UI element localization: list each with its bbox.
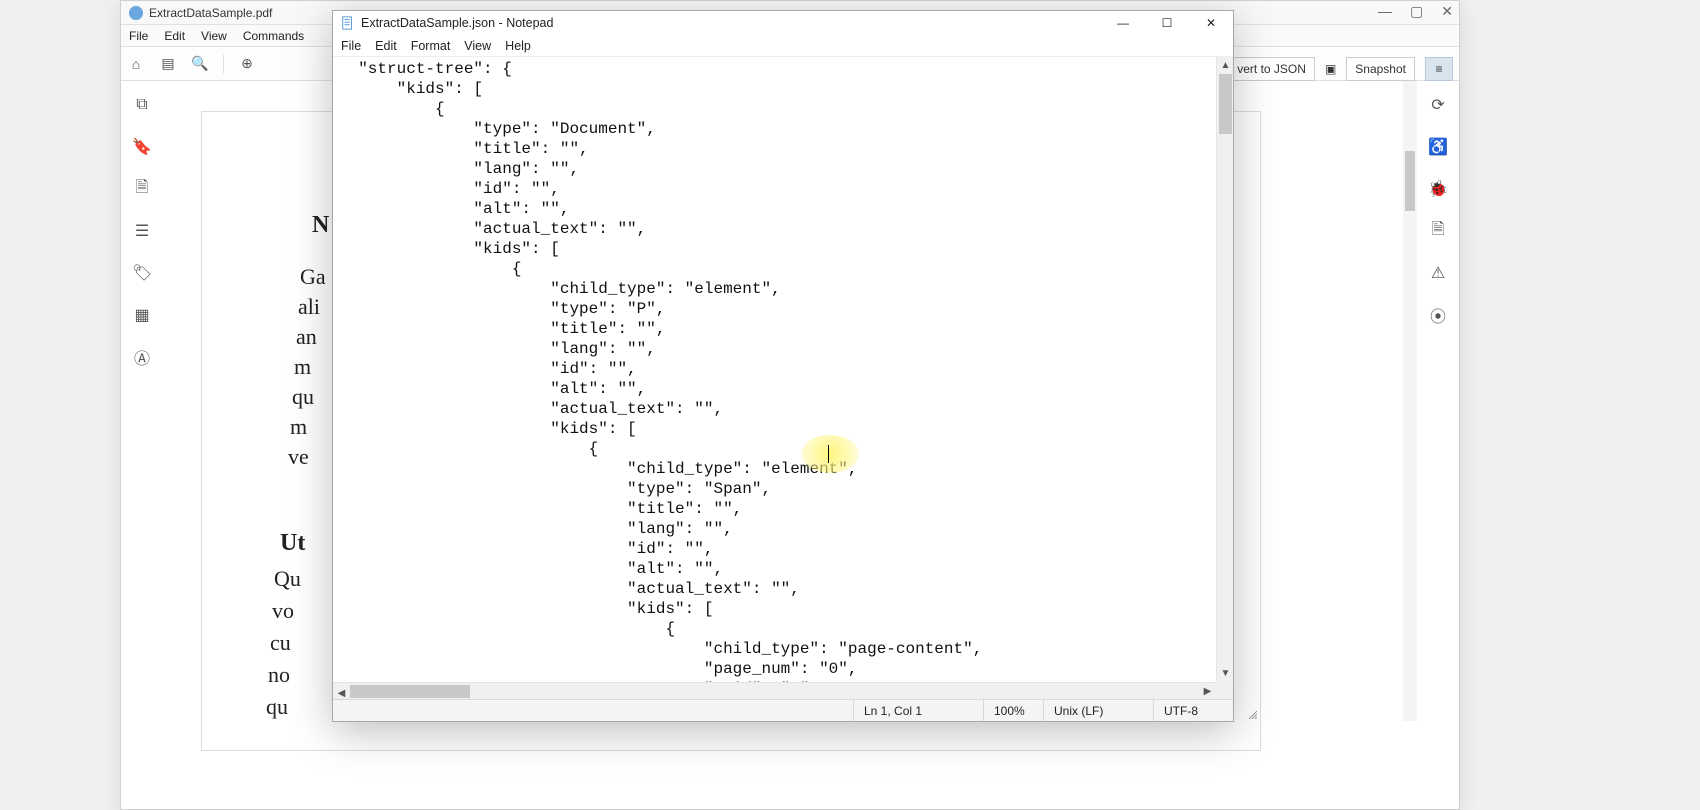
pdf-body-2-l0: Qu (274, 564, 301, 595)
pdf-right-rail: ⟳ ♿ 🐞 🗎 ⚠ ⦿ (1417, 81, 1459, 681)
minimize-button[interactable]: — (1101, 11, 1145, 35)
notepad-editor-wrap: "struct-tree": { "kids": [ { "type": "Do… (333, 57, 1233, 699)
statusbar-spacer (333, 700, 853, 721)
save-icon[interactable]: ▤ (159, 55, 177, 73)
notepad-title: ExtractDataSample.json - Notepad (361, 16, 553, 30)
rotate-icon[interactable]: ⟳ (1428, 95, 1448, 115)
close-button[interactable]: ✕ (1189, 11, 1233, 35)
menu-edit[interactable]: Edit (164, 29, 185, 43)
toolbar-divider (223, 55, 224, 73)
notepad-titlebar[interactable]: ExtractDataSample.json - Notepad — ☐ ✕ (333, 11, 1233, 35)
page2-icon[interactable]: 🗎 (1428, 221, 1448, 241)
pdf-body-1-l3: m (294, 352, 311, 383)
text-caret (828, 445, 829, 463)
pdf-body-2-l3: no (268, 660, 290, 691)
search-icon[interactable]: 🔍 (191, 55, 209, 73)
scroll-down-arrow-icon[interactable]: ▼ (1217, 665, 1233, 682)
resize-grip-icon[interactable] (1243, 700, 1259, 721)
notepad-icon (341, 16, 355, 30)
maximize-button[interactable]: ☐ (1145, 11, 1189, 35)
scroll-left-arrow-icon[interactable]: ◀ (333, 685, 350, 699)
pdf-right-actions: vert to JSON ▣ Snapshot ≡ (1228, 57, 1453, 81)
bug-icon[interactable]: 🐞 (1428, 179, 1448, 199)
statusbar-encoding: UTF-8 (1153, 700, 1243, 721)
statusbar-position: Ln 1, Col 1 (853, 700, 983, 721)
pdf-heading-2: Ut (280, 530, 305, 557)
snapshot-button[interactable]: Snapshot (1346, 57, 1415, 81)
pdf-document-icon (129, 6, 143, 20)
list-icon[interactable]: ☰ (132, 221, 152, 241)
pdf-scrollbar-thumb[interactable] (1405, 151, 1415, 211)
pages-icon[interactable]: ⧉ (132, 95, 152, 115)
menu-file[interactable]: File (129, 29, 148, 43)
menu-commands[interactable]: Commands (243, 29, 304, 43)
close-button[interactable]: ✕ (1441, 3, 1453, 20)
notepad-menubar: File Edit Format View Help (333, 35, 1233, 57)
statusbar-zoom: 100% (983, 700, 1043, 721)
warn-icon[interactable]: ⚠ (1428, 263, 1448, 283)
pdf-body-1-l0: Ga (300, 262, 326, 293)
pdf-left-rail: ⧉ 🔖 🗎 ☰ 🏷 ▦ Ⓐ (121, 81, 163, 681)
bookmarks-icon[interactable]: 🔖 (132, 137, 152, 157)
pdf-body-2-l2: cu (270, 628, 291, 659)
camera-icon[interactable]: ▣ (1325, 62, 1336, 76)
notepad-editor[interactable]: "struct-tree": { "kids": [ { "type": "Do… (333, 57, 1216, 682)
horizontal-scrollbar[interactable]: ◀ ▶ (333, 682, 1216, 699)
home-icon[interactable]: ⌂ (127, 55, 145, 73)
maximize-button[interactable]: ▢ (1410, 3, 1423, 20)
grid-icon[interactable]: ▦ (132, 305, 152, 325)
pdf-body-2-l1: vo (272, 596, 294, 627)
pdf-body-1-l6: ve (288, 442, 309, 473)
location-icon[interactable]: ⦿ (1428, 305, 1448, 325)
pdf-body-2-l4: qu (266, 692, 288, 723)
scrollbar-corner (1216, 682, 1233, 699)
menu-edit[interactable]: Edit (375, 39, 397, 53)
pdf-vertical-scrollbar[interactable] (1403, 81, 1417, 721)
horizontal-scrollbar-thumb[interactable] (350, 685, 470, 698)
pdf-body-1-l4: qu (292, 382, 314, 413)
hamburger-icon[interactable]: ≡ (1425, 57, 1453, 81)
menu-help[interactable]: Help (505, 39, 531, 53)
menu-view[interactable]: View (201, 29, 227, 43)
notepad-statusbar: Ln 1, Col 1 100% Unix (LF) UTF-8 (333, 699, 1233, 721)
scroll-right-arrow-icon[interactable]: ▶ (1199, 683, 1216, 699)
menu-file[interactable]: File (341, 39, 361, 53)
pdf-heading-1: N (312, 212, 329, 239)
pdf-body-1-l1: ali (298, 292, 320, 323)
convert-to-json-button[interactable]: vert to JSON (1228, 57, 1315, 81)
page-icon[interactable]: 🗎 (132, 179, 152, 199)
text-icon[interactable]: Ⓐ (132, 347, 152, 367)
add-icon[interactable]: ⊕ (238, 55, 256, 73)
scroll-up-arrow-icon[interactable]: ▲ (1217, 57, 1233, 74)
vertical-scrollbar[interactable]: ▲ ▼ (1216, 57, 1233, 682)
accessibility-icon[interactable]: ♿ (1428, 137, 1448, 157)
minimize-button[interactable]: — (1378, 3, 1392, 20)
pdf-body-1-l2: an (296, 322, 317, 353)
tag-icon[interactable]: 🏷 (132, 263, 152, 283)
notepad-window-controls: — ☐ ✕ (1101, 11, 1233, 35)
vertical-scrollbar-thumb[interactable] (1219, 74, 1232, 134)
pdf-title: ExtractDataSample.pdf (149, 6, 272, 20)
pdf-window-controls: — ▢ ✕ (1378, 3, 1453, 20)
statusbar-line-ending: Unix (LF) (1043, 700, 1153, 721)
menu-format[interactable]: Format (411, 39, 451, 53)
pdf-body-1-l5: m (290, 412, 307, 443)
notepad-window: ExtractDataSample.json - Notepad — ☐ ✕ F… (332, 10, 1234, 722)
menu-view[interactable]: View (464, 39, 491, 53)
